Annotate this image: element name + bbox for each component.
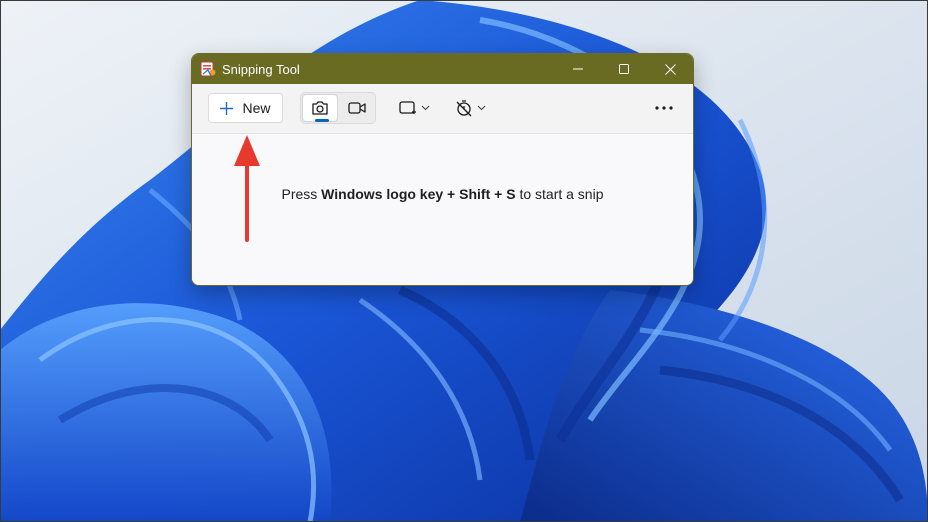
maximize-icon xyxy=(619,64,629,74)
hint-prefix: Press xyxy=(281,186,322,202)
hint-suffix: to start a snip xyxy=(515,186,604,202)
rectangle-snip-icon xyxy=(399,101,416,114)
more-icon xyxy=(655,106,673,110)
snip-mode-button[interactable] xyxy=(302,94,338,122)
more-options-button[interactable] xyxy=(649,94,679,122)
timer-off-icon xyxy=(456,100,472,117)
chevron-down-icon xyxy=(421,105,430,111)
hint-plus: + xyxy=(490,186,507,202)
chevron-down-icon xyxy=(477,105,486,111)
minimize-button[interactable] xyxy=(555,54,601,84)
camera-icon xyxy=(312,101,328,115)
video-icon xyxy=(348,102,366,114)
title-bar[interactable]: Snipping Tool xyxy=(192,54,693,84)
maximize-button[interactable] xyxy=(601,54,647,84)
hint-key-shift: Shift xyxy=(459,186,491,202)
snipping-tool-app-icon xyxy=(200,61,216,77)
annotation-arrow xyxy=(234,135,260,242)
snip-delay-dropdown[interactable] xyxy=(455,94,486,122)
plus-icon xyxy=(220,101,234,115)
capture-mode-toggle xyxy=(300,92,376,124)
arrow-head xyxy=(234,135,260,166)
toolbar: New xyxy=(192,84,693,134)
hint-plus: + xyxy=(443,186,460,202)
minimize-icon xyxy=(573,68,583,70)
close-icon xyxy=(664,63,676,75)
window-title: Snipping Tool xyxy=(222,62,300,77)
new-snip-button[interactable]: New xyxy=(208,93,283,123)
close-button[interactable] xyxy=(647,54,693,84)
snip-shape-dropdown[interactable] xyxy=(399,94,430,122)
hint-key-s: S xyxy=(506,186,516,202)
record-mode-button[interactable] xyxy=(339,94,375,122)
hint-key-windows: Windows logo key xyxy=(321,186,444,202)
new-button-label: New xyxy=(242,100,271,116)
active-mode-indicator xyxy=(315,119,329,122)
